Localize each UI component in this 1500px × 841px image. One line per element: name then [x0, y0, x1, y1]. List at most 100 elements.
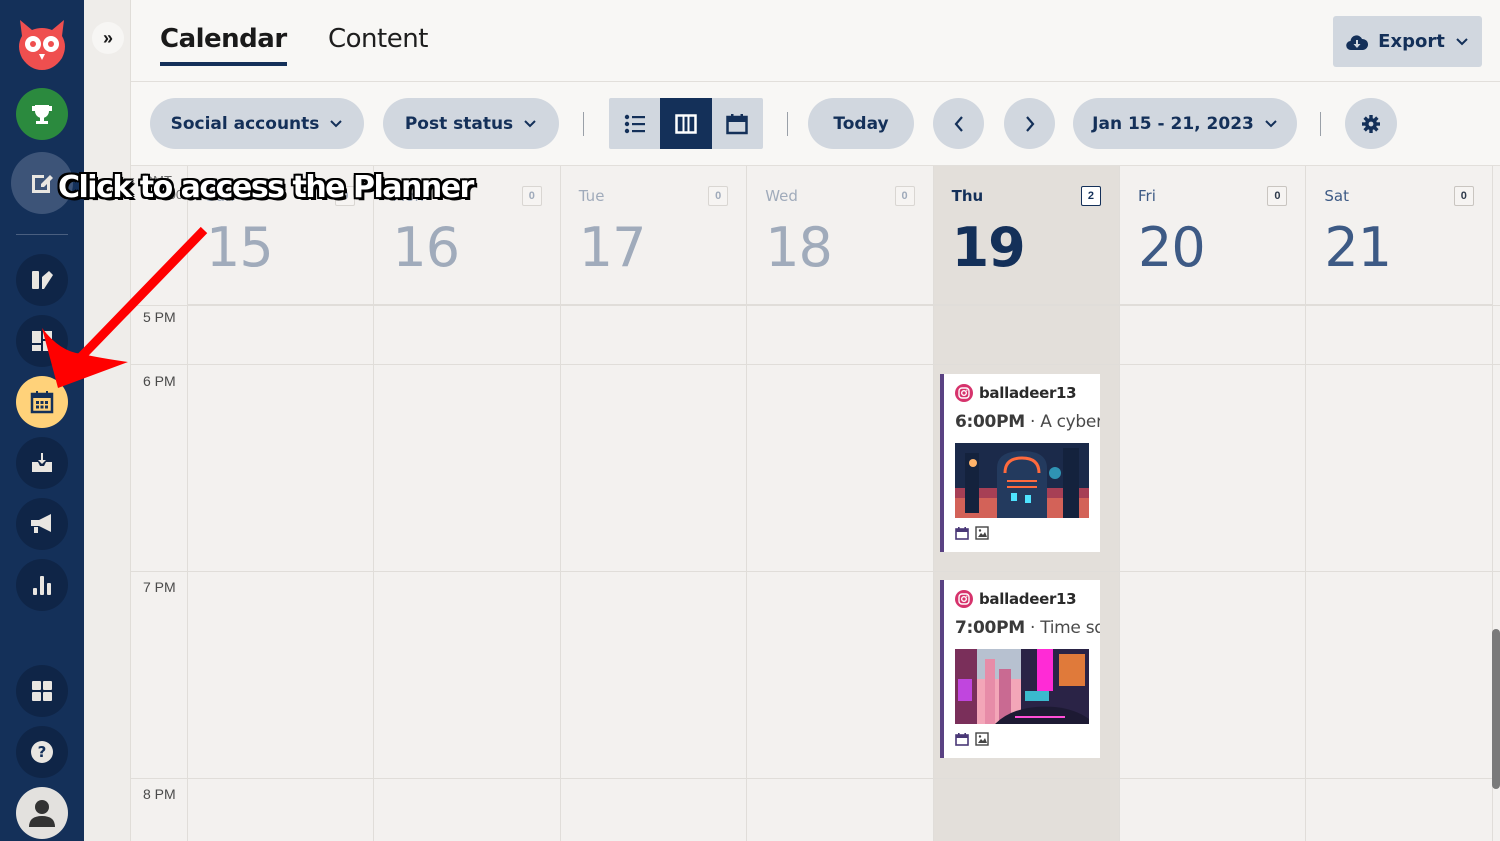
nav-help-button[interactable]: ?	[16, 726, 68, 778]
toolbar-divider	[1320, 112, 1321, 136]
app-root: ? » Calendar Content Export Social accou…	[0, 0, 1500, 841]
trophy-icon	[32, 105, 52, 124]
nav-advertise-button[interactable]	[16, 498, 68, 550]
day-number: 19	[951, 216, 1026, 279]
calendar-icon	[955, 527, 969, 540]
day-header: Wed 0 18	[747, 166, 933, 305]
gear-icon	[1362, 114, 1380, 133]
time-label: 5 PM	[143, 309, 176, 325]
nav-dashboard-button[interactable]	[16, 315, 68, 367]
day-number: 20	[1138, 216, 1206, 279]
expand-panel-button[interactable]: »	[92, 22, 124, 54]
previous-week-button[interactable]	[933, 98, 984, 149]
export-button[interactable]: Export	[1333, 16, 1482, 67]
day-number: 16	[392, 216, 460, 279]
vertical-scrollbar[interactable]	[1492, 629, 1500, 789]
day-number: 17	[578, 216, 647, 279]
nav-planner-button[interactable]	[16, 376, 68, 428]
post-summary: 7:00PM · Time square	[955, 618, 1100, 638]
week-calendar-grid: GMT +08:00 5 PM 6 PM 7 PM 8 PM Sun 0 15 Mon…	[131, 165, 1500, 841]
nav-inbox-button[interactable]	[16, 437, 68, 489]
post-image-thumbnail	[955, 649, 1089, 724]
post-image-thumbnail	[955, 443, 1089, 518]
nav-analytics-button[interactable]	[16, 559, 68, 611]
post-count-badge: 2	[1080, 186, 1101, 206]
day-column-sat[interactable]: Sat 0 21	[1306, 166, 1493, 841]
day-header: Sat 0 21	[1306, 166, 1492, 305]
toolbar-divider	[787, 112, 788, 136]
chevron-left-icon	[954, 115, 963, 132]
list-view-button[interactable]	[609, 98, 660, 149]
day-header: Tue 0 17	[560, 166, 747, 305]
day-column-sun[interactable]: Sun 0 15	[188, 166, 375, 841]
time-label: 6 PM	[143, 373, 176, 389]
cloud-download-icon	[1346, 34, 1369, 50]
scheduled-post-card[interactable]: balladeer13 7:00PM · Time square	[940, 580, 1100, 758]
day-column-wed[interactable]: Wed 0 18	[747, 166, 934, 841]
day-column-tue[interactable]: Tue 0 17	[560, 166, 748, 841]
post-count-badge: 0	[708, 186, 729, 206]
scheduled-post-card[interactable]: balladeer13 6:00PM · A cyberpunk	[940, 374, 1100, 552]
double-chevron-right-icon: »	[102, 27, 113, 48]
tab-content[interactable]: Content	[328, 24, 428, 54]
time-label: 8 PM	[143, 786, 176, 802]
post-meta-icons	[955, 732, 989, 746]
day-header: Thu 2 19	[933, 166, 1119, 305]
calendar-toolbar: Social accounts Post status Today Jan 15…	[131, 82, 1500, 165]
post-account-name: balladeer13	[979, 590, 1077, 608]
day-name: Fri	[1138, 187, 1156, 205]
columns-icon	[675, 113, 697, 134]
tab-calendar[interactable]: Calendar	[160, 24, 287, 66]
collapsed-subpanel: »	[84, 0, 131, 841]
image-icon	[975, 732, 989, 746]
instagram-icon	[955, 590, 973, 608]
post-count-badge: 0	[521, 186, 542, 206]
day-header: Fri 0 20	[1120, 166, 1306, 305]
time-column: GMT +08:00 5 PM 6 PM 7 PM 8 PM	[131, 166, 188, 841]
post-account-name: balladeer13	[979, 384, 1077, 402]
header: Calendar Content Export	[131, 0, 1500, 82]
post-status-dropdown[interactable]: Post status	[383, 98, 559, 149]
post-count-badge: 0	[1267, 186, 1288, 206]
post-meta-icons	[955, 526, 989, 540]
bar-chart-icon	[33, 576, 51, 595]
owl-logo-icon[interactable]	[14, 16, 70, 70]
day-column-fri[interactable]: Fri 0 20	[1120, 166, 1307, 841]
post-header: balladeer13	[955, 384, 1077, 402]
chevron-down-icon	[330, 119, 343, 127]
nav-streams-button[interactable]	[16, 254, 68, 306]
today-label: Today	[833, 113, 889, 134]
calendar-icon	[726, 113, 748, 134]
post-header: balladeer13	[955, 590, 1077, 608]
post-count-badge: 0	[894, 186, 915, 206]
date-range-dropdown[interactable]: Jan 15 - 21, 2023	[1073, 98, 1297, 149]
time-label: 7 PM	[143, 579, 176, 595]
date-range-label: Jan 15 - 21, 2023	[1092, 113, 1254, 134]
day-column-mon[interactable]: Mon 0 16	[374, 166, 561, 841]
nav-profile-button[interactable]	[16, 787, 68, 839]
tutorial-callout: Click to access the Planner	[58, 170, 474, 205]
post-time: 7:00PM	[955, 618, 1025, 638]
day-name: Sat	[1324, 187, 1349, 205]
inbox-icon	[32, 453, 52, 472]
chevron-down-icon	[1265, 119, 1277, 127]
calendar-settings-button[interactable]	[1345, 98, 1397, 149]
post-count-badge: 0	[1453, 186, 1474, 206]
compose-icon	[32, 175, 53, 193]
nav-apps-button[interactable]	[16, 665, 68, 717]
social-accounts-dropdown[interactable]: Social accounts	[150, 98, 364, 149]
nav-trophy-button[interactable]	[16, 88, 68, 140]
chevron-down-icon	[1456, 37, 1468, 45]
today-button[interactable]: Today	[808, 98, 914, 149]
instagram-icon	[955, 384, 973, 402]
week-view-button[interactable]	[660, 98, 712, 149]
hour-gridline	[131, 778, 1500, 779]
calendar-icon	[955, 733, 969, 746]
month-view-button[interactable]	[712, 98, 763, 149]
day-number: 18	[765, 216, 833, 279]
svg-text:?: ?	[38, 743, 47, 761]
help-icon: ?	[31, 741, 53, 763]
day-number: 15	[206, 216, 274, 279]
next-week-button[interactable]	[1004, 98, 1055, 149]
post-text: Time square	[1040, 618, 1100, 638]
